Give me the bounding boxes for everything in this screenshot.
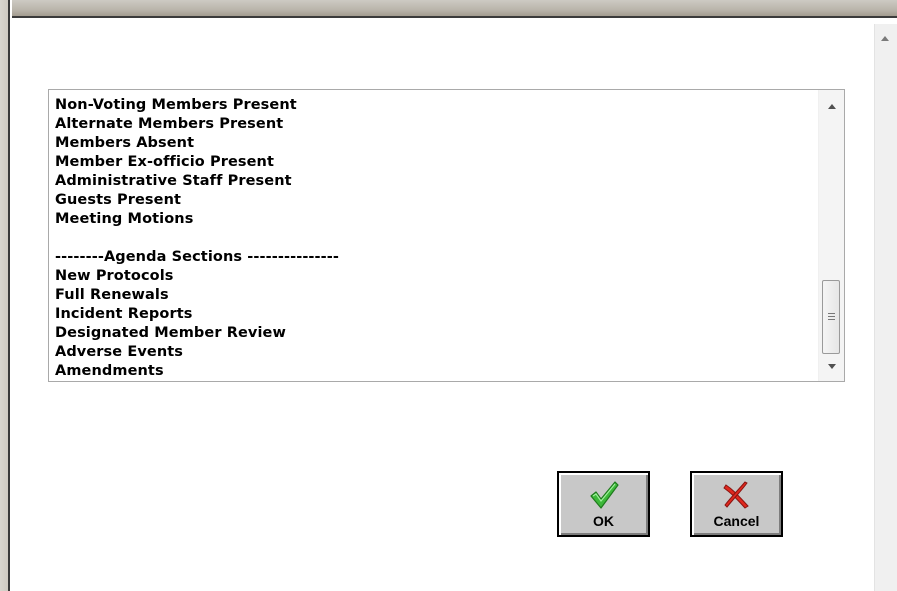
section-list: Non-Voting Members Present Alternate Mem… (55, 96, 818, 381)
list-item-separator[interactable]: --------Agenda Sections --------------- (55, 248, 818, 267)
list-item[interactable]: Non-Voting Members Present (55, 96, 818, 115)
scroll-up-arrow-icon[interactable] (881, 36, 889, 41)
list-item[interactable]: Adverse Events (55, 343, 818, 362)
list-item[interactable]: Guests Present (55, 191, 818, 210)
list-item[interactable]: Designated Member Review (55, 324, 818, 343)
list-item[interactable]: Amendments (55, 362, 818, 381)
list-item[interactable]: Incident Reports (55, 305, 818, 324)
grip-icon (828, 313, 835, 320)
list-item-blank[interactable] (55, 229, 818, 248)
list-item[interactable]: Administrative Staff Present (55, 172, 818, 191)
ok-label: OK (593, 513, 614, 529)
scrollbar-thumb[interactable] (822, 280, 840, 354)
list-scrollbar[interactable] (818, 90, 844, 381)
ok-button[interactable]: OK (557, 471, 650, 537)
x-icon (722, 481, 749, 509)
cancel-label: Cancel (713, 513, 760, 529)
list-item[interactable]: Member Ex-officio Present (55, 153, 818, 172)
checkmark-icon (589, 481, 619, 509)
list-item[interactable]: Meeting Motions (55, 210, 818, 229)
scroll-up-arrow-icon[interactable] (828, 104, 836, 109)
list-item[interactable]: Members Absent (55, 134, 818, 153)
list-item[interactable]: Full Renewals (55, 286, 818, 305)
scroll-down-arrow-icon[interactable] (828, 364, 836, 369)
window-top-border (0, 0, 897, 24)
window-scrollbar[interactable] (874, 24, 897, 591)
cancel-button[interactable]: Cancel (690, 471, 783, 537)
list-item[interactable]: New Protocols (55, 267, 818, 286)
window-left-border (0, 0, 12, 591)
section-listbox[interactable]: Non-Voting Members Present Alternate Mem… (48, 89, 845, 382)
list-item[interactable]: Alternate Members Present (55, 115, 818, 134)
